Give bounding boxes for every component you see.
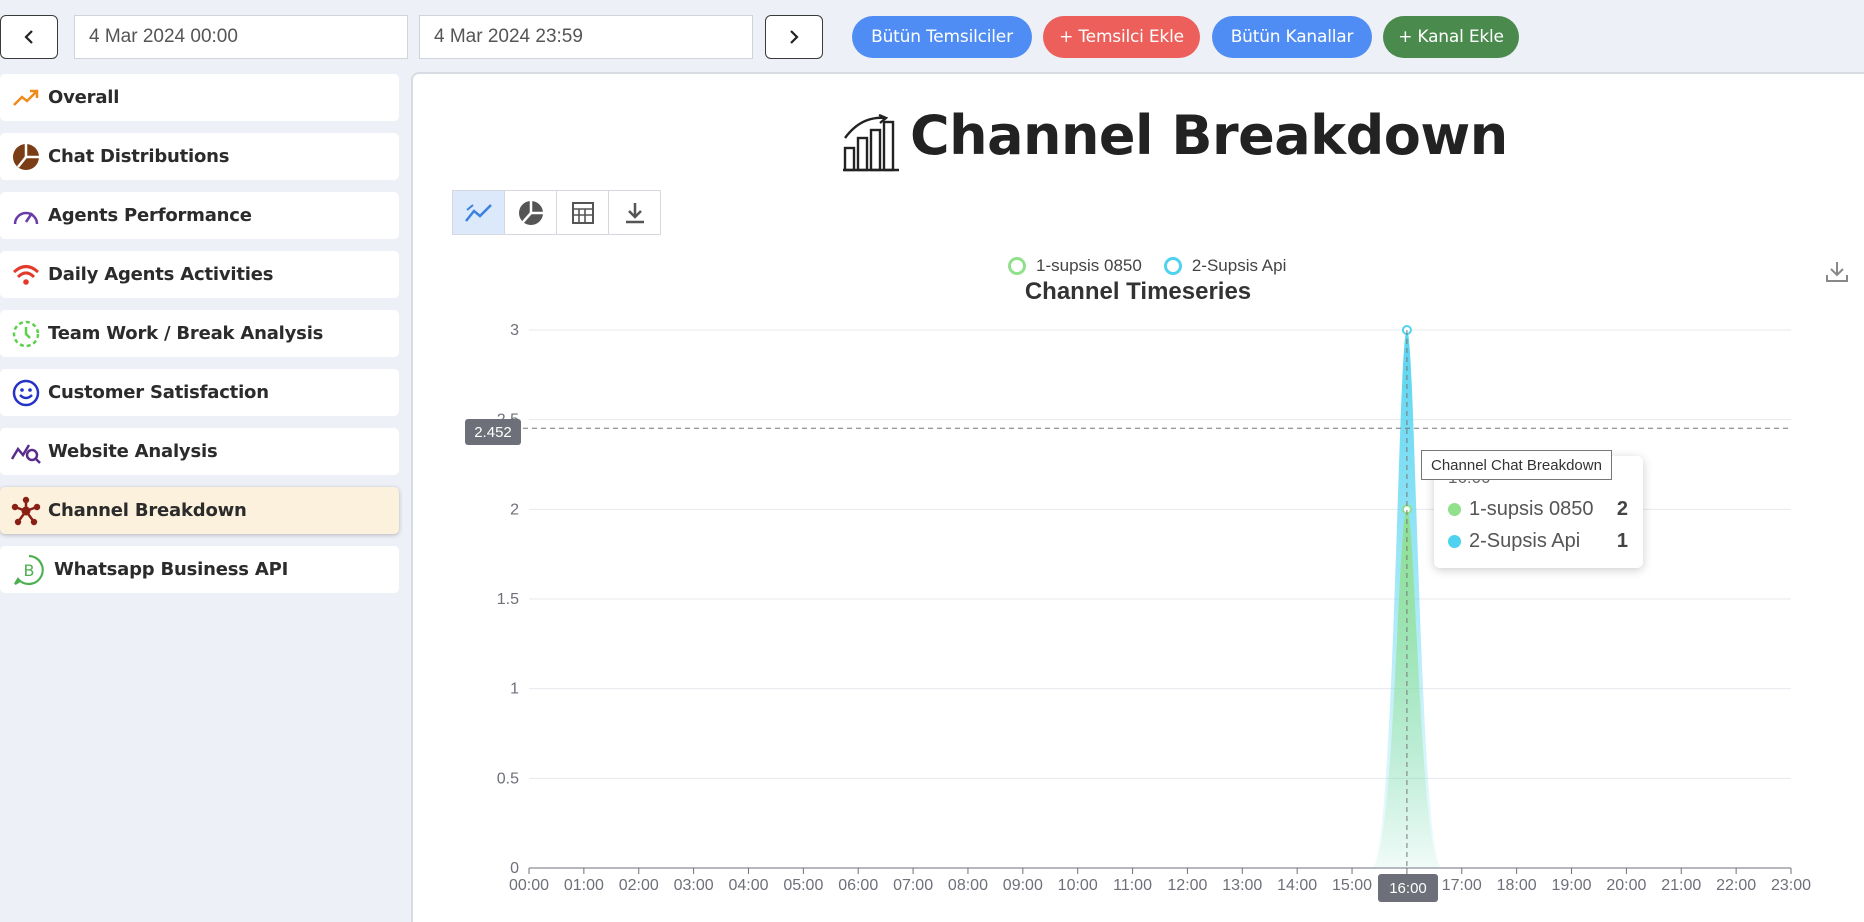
start-date-input[interactable] — [74, 15, 408, 59]
sidebar-item-label: Chat Distributions — [48, 146, 230, 167]
chevron-right-icon — [790, 30, 799, 44]
tooltip-row: 2-Supsis Api 1 — [1448, 530, 1628, 553]
tooltip-series-value: 2 — [1616, 498, 1628, 520]
x-tick-label: 03:00 — [674, 877, 714, 894]
chart-search-icon — [11, 437, 41, 467]
x-tick-label: 02:00 — [619, 877, 659, 894]
x-tick-label: 11:00 — [1113, 877, 1152, 894]
x-tick-label: 08:00 — [948, 877, 988, 894]
sidebar-item-label: Channel Breakdown — [48, 500, 247, 521]
sidebar-item-website-analysis[interactable]: Website Analysis — [0, 428, 399, 475]
y-tick-label: 2 — [510, 501, 519, 518]
crosshair-y-value: 2.452 — [465, 419, 521, 445]
x-tick-label: 13:00 — [1222, 877, 1262, 894]
tooltip-series-name: 1-supsis 0850 — [1469, 498, 1594, 520]
x-tick-label: 09:00 — [1003, 877, 1043, 894]
y-tick-label: 0 — [510, 860, 519, 877]
add-agent-button[interactable]: + Temsilci Ekle — [1043, 16, 1200, 58]
tooltip-series-name: 2-Supsis Api — [1469, 530, 1581, 552]
sidebar-item-overall[interactable]: Overall — [0, 74, 399, 121]
svg-text:B: B — [24, 561, 35, 580]
sidebar-item-channel-breakdown[interactable]: Channel Breakdown — [0, 487, 399, 534]
next-date-button[interactable] — [765, 15, 823, 59]
x-tick-label: 19:00 — [1551, 877, 1591, 894]
chevron-left-icon — [24, 30, 33, 44]
trend-up-icon — [11, 83, 41, 113]
series-marker — [1448, 535, 1461, 548]
x-tick-label: 07:00 — [893, 877, 933, 894]
y-tick-label: 1.5 — [497, 591, 519, 608]
network-icon — [11, 496, 41, 526]
pie-chart-icon — [11, 142, 41, 172]
top-bar: Bütün Temsilciler + Temsilci Ekle Bütün … — [0, 0, 1864, 74]
sidebar-item-whatsapp-business-api[interactable]: B Whatsapp Business API — [0, 546, 399, 593]
x-tick-label: 17:00 — [1442, 877, 1482, 894]
prev-date-button[interactable] — [0, 15, 58, 59]
x-tick-label: 20:00 — [1606, 877, 1646, 894]
x-tick-label: 06:00 — [838, 877, 878, 894]
x-tick-label: 01:00 — [564, 877, 604, 894]
channel-timeseries-chart[interactable]: 00.511.522.5300:0001:0002:0003:0004:0005… — [413, 74, 1863, 919]
sidebar-item-chat-distributions[interactable]: Chat Distributions — [0, 133, 399, 180]
x-tick-label: 22:00 — [1716, 877, 1756, 894]
y-tick-label: 1 — [510, 681, 519, 698]
y-tick-label: 0.5 — [497, 770, 519, 787]
series-marker — [1448, 503, 1461, 516]
main-panel: Channel Breakdown 1-supsis 0850 2-Supsis… — [411, 72, 1864, 922]
all-agents-button[interactable]: Bütün Temsilciler — [852, 16, 1032, 58]
sidebar-item-customer-satisfaction[interactable]: Customer Satisfaction — [0, 369, 399, 416]
smiley-icon — [11, 378, 41, 408]
clock-icon — [11, 319, 41, 349]
sidebar-item-daily-agents-activities[interactable]: Daily Agents Activities — [0, 251, 399, 298]
gauge-icon — [11, 201, 41, 231]
sidebar-item-team-work-break-analysis[interactable]: Team Work / Break Analysis — [0, 310, 399, 357]
y-tick-label: 3 — [510, 322, 519, 339]
x-tick-label: 15:00 — [1332, 877, 1372, 894]
add-channel-button[interactable]: + Kanal Ekle — [1383, 16, 1519, 58]
tooltip-row: 1-supsis 0850 2 — [1448, 498, 1628, 521]
sidebar-item-agents-performance[interactable]: Agents Performance — [0, 192, 399, 239]
sidebar-item-label: Website Analysis — [48, 441, 218, 462]
tooltip-series-value: 1 — [1616, 530, 1628, 552]
x-tick-label: 21:00 — [1661, 877, 1701, 894]
tooltip-title: Channel Chat Breakdown — [1421, 450, 1612, 480]
x-tick-label: 18:00 — [1497, 877, 1537, 894]
wifi-icon — [11, 260, 41, 290]
x-tick-label: 12:00 — [1167, 877, 1207, 894]
x-tick-label: 05:00 — [783, 877, 823, 894]
sidebar-item-label: Agents Performance — [48, 205, 252, 226]
sidebar-item-label: Team Work / Break Analysis — [48, 323, 324, 344]
whatsapp-business-icon: B — [11, 554, 47, 585]
sidebar-item-label: Customer Satisfaction — [48, 382, 269, 403]
sidebar-item-label: Whatsapp Business API — [54, 559, 289, 580]
crosshair-x-value: 16:00 — [1378, 874, 1438, 902]
x-tick-label: 04:00 — [728, 877, 768, 894]
sidebar-item-label: Overall — [48, 87, 120, 108]
x-tick-label: 10:00 — [1058, 877, 1098, 894]
end-date-input[interactable] — [419, 15, 753, 59]
x-tick-label: 14:00 — [1277, 877, 1317, 894]
x-tick-label: 23:00 — [1771, 877, 1811, 894]
sidebar-item-label: Daily Agents Activities — [48, 264, 274, 285]
x-tick-label: 00:00 — [509, 877, 549, 894]
all-channels-button[interactable]: Bütün Kanallar — [1212, 16, 1372, 58]
